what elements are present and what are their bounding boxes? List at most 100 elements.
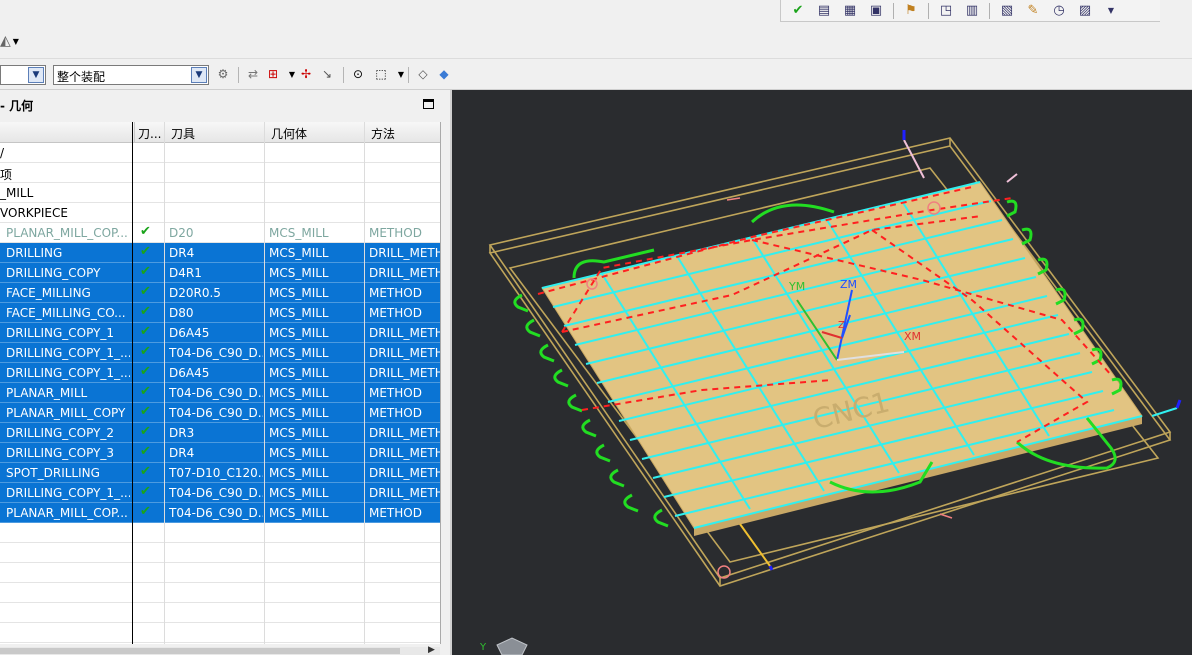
operation-row[interactable]: DRILLING_COPY_1_... ✔ D6A45 MCS_MILL DRILL_M… xyxy=(0,363,440,383)
column-divider xyxy=(134,122,135,142)
navigator-title-bar: - 几何 xyxy=(0,90,450,120)
wireframe-icon[interactable]: ◇ xyxy=(414,65,432,83)
operation-row[interactable]: DRILLING_COPY ✔ D4R1 MCS_MILL DRILL_METH xyxy=(0,263,440,283)
tree-line xyxy=(132,122,133,644)
operation-name: PLANAR_MILL xyxy=(6,386,88,400)
operation-row[interactable]: PLANAR_MILL_COPY ✔ T04-D6_C90_D... MCS_MILL… xyxy=(0,403,440,423)
postprocess-icon[interactable]: ▧ xyxy=(996,2,1018,20)
list-toolpath-icon[interactable]: ▤ xyxy=(813,2,835,20)
operation-tool: D20R0.5 xyxy=(169,286,221,300)
operation-row[interactable]: FACE_MILLING ✔ D20R0.5 MCS_MILL METHOD xyxy=(0,283,440,303)
operation-name: DRILLING_COPY_1_... xyxy=(6,346,130,360)
toolpath-generated-check-icon: ✔ xyxy=(140,264,151,279)
column-line xyxy=(264,122,265,644)
maximize-icon[interactable] xyxy=(423,99,434,109)
toolbar-separator xyxy=(408,67,409,83)
combo-arrow-icon[interactable]: ▼ xyxy=(28,67,44,83)
operation-geometry: MCS_MILL xyxy=(269,266,329,280)
view-triad-y-label: Y xyxy=(479,642,487,653)
view-triad[interactable]: Y xyxy=(479,637,528,655)
generate-icon[interactable]: ◳ xyxy=(935,2,957,20)
model-view[interactable]: ZM YM XM Z CNC1 Y xyxy=(452,90,1192,655)
scroll-right-icon[interactable]: ▶ xyxy=(428,645,435,655)
report-icon[interactable]: ▨ xyxy=(1074,2,1096,20)
operation-navigator: - 几何 刀... 刀具 几何体 方法 / 项 _MILL VORKPIECE PLAN… xyxy=(0,90,450,655)
empty-row xyxy=(0,523,440,543)
pointer-icon[interactable]: ↘ xyxy=(318,65,336,83)
more-dropdown-icon[interactable]: ▼ xyxy=(1100,2,1122,20)
operation-method: DRILL_METH xyxy=(369,426,440,440)
tree-row[interactable]: / xyxy=(0,143,440,163)
dropdown-arrow-icon: ▼ xyxy=(12,36,19,46)
time-icon[interactable]: ◷ xyxy=(1048,2,1070,20)
scrollbar-thumb[interactable] xyxy=(0,648,400,654)
tools-icon[interactable]: ✎ xyxy=(1022,2,1044,20)
type-filter-combo[interactable]: ▼ xyxy=(0,65,46,85)
selection-toolbar: ▼ 整个装配 ▼ ⚙ ⇄ ⊞ ▼ ✢ ↘ ⊙ ⬚ ▼ ◇ ◆ xyxy=(0,58,1192,90)
column-header-tool[interactable]: 刀具 xyxy=(171,125,195,142)
column-header-method[interactable]: 方法 xyxy=(371,125,395,142)
filter-icon[interactable]: ⚙ xyxy=(214,65,232,83)
operation-row[interactable]: DRILLING_COPY_1_... ✔ T04-D6_C90_D... MCS_M… xyxy=(0,483,440,503)
shop-doc-icon[interactable]: ▦ xyxy=(839,2,861,20)
toolpath-generated-check-icon: ✔ xyxy=(140,404,151,419)
toolbar-separator xyxy=(893,2,894,19)
operation-name: PLANAR_MILL_COP... xyxy=(6,226,128,240)
combo-arrow-icon[interactable]: ▼ xyxy=(191,67,207,83)
snap-icon[interactable]: ⇄ xyxy=(244,65,262,83)
toolpath-generated-check-icon: ✔ xyxy=(140,324,151,339)
operation-method: DRILL_METH xyxy=(369,466,440,480)
operation-name: DRILLING_COPY_2 xyxy=(6,426,115,440)
operation-row[interactable]: DRILLING_COPY_1 ✔ D6A45 MCS_MILL DRILL_METH xyxy=(0,323,440,343)
output-doc-icon[interactable]: ▥ xyxy=(961,2,983,20)
tree-row[interactable]: 项 xyxy=(0,163,440,183)
intersect-icon[interactable]: ✢ xyxy=(297,65,315,83)
operation-method: METHOD xyxy=(369,226,422,240)
operation-geometry: MCS_MILL xyxy=(269,326,329,340)
select-face-icon[interactable]: ⊙ xyxy=(349,65,367,83)
operation-row[interactable]: DRILLING_COPY_3 ✔ DR4 MCS_MILL DRILL_METH xyxy=(0,443,440,463)
operation-row[interactable]: DRILLING_COPY_2 ✔ DR3 MCS_MILL DRILL_METH xyxy=(0,423,440,443)
toolpath-generated-check-icon: ✔ xyxy=(140,504,151,519)
operation-method: METHOD xyxy=(369,306,422,320)
shaded-icon[interactable]: ◆ xyxy=(435,65,453,83)
toolpath-generated-check-icon: ✔ xyxy=(140,384,151,399)
horizontal-scrollbar[interactable]: ▶ xyxy=(0,645,440,655)
graphics-window[interactable]: ZM YM XM Z CNC1 Y xyxy=(452,90,1192,655)
empty-row xyxy=(0,583,440,603)
column-header-geometry[interactable]: 几何体 xyxy=(271,125,307,142)
toolpath-generated-check-icon: ✔ xyxy=(140,444,151,459)
toolpath-generated-check-icon: ✔ xyxy=(140,424,151,439)
empty-row xyxy=(0,603,440,623)
operation-tool: D4R1 xyxy=(169,266,202,280)
operation-grid: 刀... 刀具 几何体 方法 / 项 _MILL VORKPIECE PLANAR_MI… xyxy=(0,122,441,644)
operation-tool: D20 xyxy=(169,226,194,240)
tree-row[interactable]: _MILL xyxy=(0,183,440,203)
view-orient-button[interactable]: ◭ ▼ xyxy=(0,28,36,54)
rectangle-select-icon[interactable]: ⬚ xyxy=(372,65,390,83)
operation-row[interactable]: DRILLING_COPY_1_... ✔ T04-D6_C90_D... MCS_M… xyxy=(0,343,440,363)
operation-row[interactable]: PLANAR_MILL_COP... ✔ T04-D6_C90_D... MCS_MI… xyxy=(0,503,440,523)
operation-method: METHOD xyxy=(369,506,422,520)
tree-row-label: VORKPIECE xyxy=(0,206,68,220)
xm-axis-label: XM xyxy=(904,330,921,343)
verify-toolpath-icon[interactable]: ✔ xyxy=(787,2,809,20)
operation-row[interactable]: DRILLING ✔ DR4 MCS_MILL DRILL_METH xyxy=(0,243,440,263)
toolbar-separator xyxy=(238,67,239,83)
operation-geometry: MCS_MILL xyxy=(269,306,329,320)
operation-row[interactable]: PLANAR_MILL_COP... ✔ D20 MCS_MILL METHOD xyxy=(0,223,440,243)
toolbar-separator xyxy=(989,2,990,19)
operation-row[interactable]: SPOT_DRILLING ✔ T07-D10_C120... MCS_MILL DRI… xyxy=(0,463,440,483)
batch-process-icon[interactable]: ▣ xyxy=(865,2,887,20)
operation-row[interactable]: PLANAR_MILL ✔ T04-D6_C90_D... MCS_MILL METHO… xyxy=(0,383,440,403)
assembly-scope-combo[interactable]: 整个装配 ▼ xyxy=(53,65,209,85)
operation-tool: T04-D6_C90_D... xyxy=(169,506,263,520)
tree-row[interactable]: VORKPIECE xyxy=(0,203,440,223)
column-header-toolpath[interactable]: 刀... xyxy=(138,125,161,142)
operation-row[interactable]: FACE_MILLING_CO... ✔ D80 MCS_MILL METHOD xyxy=(0,303,440,323)
operation-method: DRILL_METH xyxy=(369,326,440,340)
flag-icon[interactable]: ⚑ xyxy=(900,2,922,20)
point-snap-icon[interactable]: ⊞ xyxy=(264,65,282,83)
operation-geometry: MCS_MILL xyxy=(269,406,329,420)
operation-geometry: MCS_MILL xyxy=(269,366,329,380)
